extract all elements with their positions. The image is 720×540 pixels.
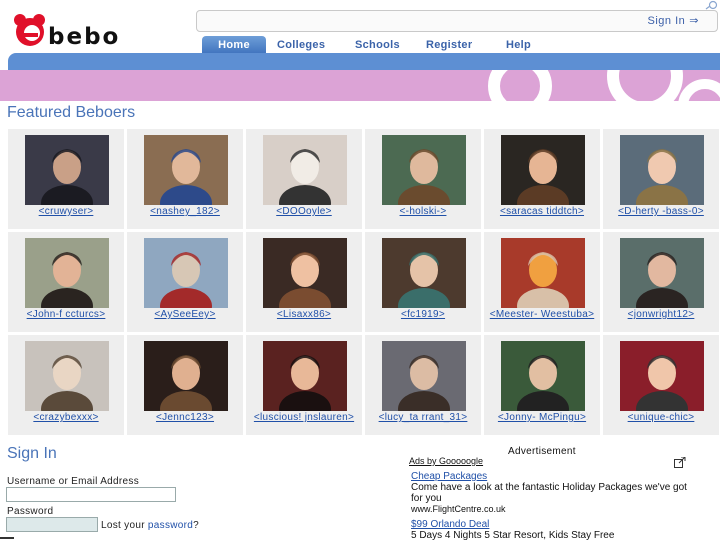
featured-user-card[interactable]: <-holski-> <box>365 129 481 229</box>
bebo-logo-graphic: bebo <box>14 14 120 50</box>
top-bar: Sign In ⇒ <box>196 10 718 32</box>
user-name-link[interactable]: <AySeeEey> <box>129 310 241 320</box>
tab-home[interactable]: Home <box>202 36 266 54</box>
user-photo[interactable] <box>501 238 585 308</box>
featured-user-card[interactable]: <cruwyser> <box>8 129 124 229</box>
tab-colleges[interactable]: Colleges <box>277 36 325 54</box>
user-photo[interactable] <box>382 341 466 411</box>
lost-password-suffix: ? <box>193 520 199 531</box>
user-photo[interactable] <box>263 341 347 411</box>
featured-user-card[interactable]: <fc1919> <box>365 232 481 332</box>
featured-user-card[interactable]: <saracas tiddtch> <box>484 129 600 229</box>
page-corner-icon <box>704 0 718 10</box>
lost-password-text: Lost your password? <box>101 520 199 531</box>
tab-register[interactable]: Register <box>426 36 472 54</box>
nav-underline-bar <box>8 53 720 70</box>
featured-user-card[interactable]: <AySeeEey> <box>127 232 243 332</box>
divider <box>0 537 14 539</box>
featured-user-card[interactable]: <Jennc123> <box>127 335 243 435</box>
banner-swirl-graphic <box>488 70 720 101</box>
ad-text-1: Come have a look at the fantastic Holida… <box>411 482 687 504</box>
user-photo[interactable] <box>263 238 347 308</box>
bebo-logo[interactable]: bebo <box>12 12 142 50</box>
ad-url-1: www.FlightCentre.co.uk <box>411 504 506 514</box>
user-name-link[interactable]: <crazybexxx> <box>10 413 122 423</box>
featured-user-card[interactable]: <lucy_ta rrant_31> <box>365 335 481 435</box>
ad-title-1[interactable]: Cheap Packages <box>411 471 487 482</box>
featured-user-card[interactable]: <Meester- Weestuba> <box>484 232 600 332</box>
featured-user-card[interactable]: <D-herty -bass-0> <box>603 129 719 229</box>
user-name-link[interactable]: <jonwright12> <box>605 310 717 320</box>
ad-title-2[interactable]: $99 Orlando Deal <box>411 519 489 530</box>
lost-password-link[interactable]: password <box>148 520 193 531</box>
external-link-icon[interactable] <box>674 455 686 468</box>
user-name-link[interactable]: <saracas tiddtch> <box>486 207 598 217</box>
user-photo[interactable] <box>620 238 704 308</box>
sign-in-title: Sign In <box>7 445 57 462</box>
featured-title: Featured Beboers <box>7 104 136 121</box>
tab-schools[interactable]: Schools <box>355 36 400 54</box>
username-input[interactable] <box>6 487 176 502</box>
logo-text: bebo <box>48 24 120 48</box>
ad-text-2: 5 Days 4 Nights 5 Star Resort, Kids Stay… <box>411 530 615 540</box>
user-photo[interactable] <box>382 135 466 205</box>
lost-password-prefix: Lost your <box>101 520 148 531</box>
user-photo[interactable] <box>25 135 109 205</box>
user-photo[interactable] <box>620 135 704 205</box>
username-label: Username or Email Address <box>7 476 139 487</box>
featured-user-card[interactable]: <DOOoyle> <box>246 129 362 229</box>
arrow-right-icon: ⇒ <box>689 15 699 27</box>
sign-in-link[interactable]: Sign In ⇒ <box>648 14 699 27</box>
featured-user-card[interactable]: <luscious! jnslauren> <box>246 335 362 435</box>
user-name-link[interactable]: <lucy_ta rrant_31> <box>367 413 479 423</box>
user-name-link[interactable]: <Meester- Weestuba> <box>486 310 598 320</box>
featured-user-card[interactable]: <nashey_182> <box>127 129 243 229</box>
user-photo[interactable] <box>501 135 585 205</box>
user-photo[interactable] <box>144 135 228 205</box>
user-name-link[interactable]: <DOOoyle> <box>248 207 360 217</box>
user-name-link[interactable]: <nashey_182> <box>129 207 241 217</box>
sign-in-link-label: Sign In <box>647 15 686 27</box>
user-name-link[interactable]: <fc1919> <box>367 310 479 320</box>
main-nav: Home Colleges Schools Register Help <box>200 36 720 54</box>
password-input[interactable] <box>6 517 98 532</box>
user-name-link[interactable]: <John-f ccturcs> <box>10 310 122 320</box>
user-name-link[interactable]: <-holski-> <box>367 207 479 217</box>
featured-user-card[interactable]: <crazybexxx> <box>8 335 124 435</box>
tab-help[interactable]: Help <box>506 36 531 54</box>
user-photo[interactable] <box>144 341 228 411</box>
featured-user-card[interactable]: <John-f ccturcs> <box>8 232 124 332</box>
featured-user-card[interactable]: <unique-chic> <box>603 335 719 435</box>
user-photo[interactable] <box>620 341 704 411</box>
featured-user-card[interactable]: <Lisaxx86> <box>246 232 362 332</box>
user-photo[interactable] <box>382 238 466 308</box>
pink-banner <box>0 70 720 101</box>
user-photo[interactable] <box>501 341 585 411</box>
password-label: Password <box>7 506 54 517</box>
user-name-link[interactable]: <luscious! jnslauren> <box>248 413 360 423</box>
user-photo[interactable] <box>25 341 109 411</box>
user-name-link[interactable]: <Lisaxx86> <box>248 310 360 320</box>
user-name-link[interactable]: <unique-chic> <box>605 413 717 423</box>
featured-grid: <cruwyser> <nashey_182> <DOOoyle> <-holski-… <box>8 129 720 435</box>
user-name-link[interactable]: <D-herty -bass-0> <box>605 207 717 217</box>
user-name-link[interactable]: <cruwyser> <box>10 207 122 217</box>
advertisement-heading: Advertisement <box>508 446 576 457</box>
ads-by-link[interactable]: Ads by Gooooogle <box>409 456 483 466</box>
user-name-link[interactable]: <Jonny- McPingu> <box>486 413 598 423</box>
user-photo[interactable] <box>25 238 109 308</box>
user-photo[interactable] <box>263 135 347 205</box>
featured-user-card[interactable]: <jonwright12> <box>603 232 719 332</box>
featured-user-card[interactable]: <Jonny- McPingu> <box>484 335 600 435</box>
user-name-link[interactable]: <Jennc123> <box>129 413 241 423</box>
user-photo[interactable] <box>144 238 228 308</box>
